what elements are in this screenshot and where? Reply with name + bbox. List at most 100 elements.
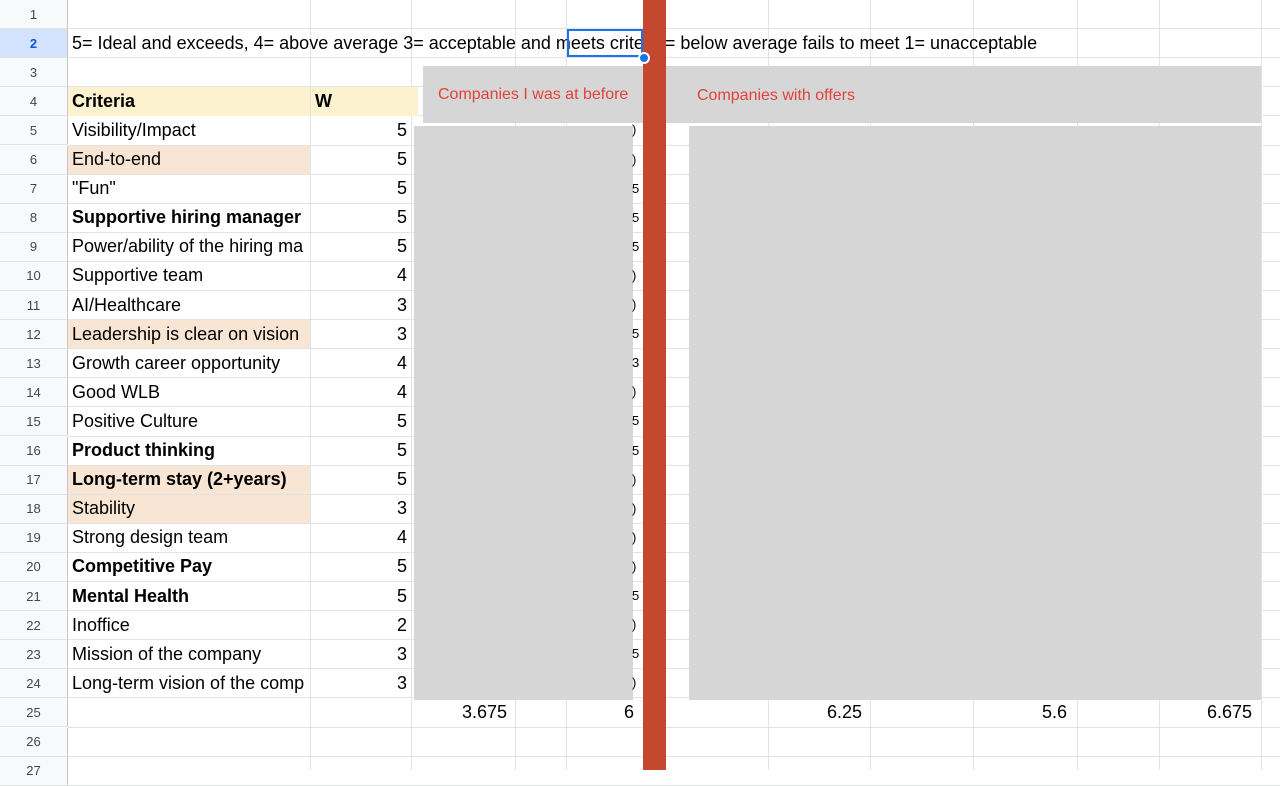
clipped-score-cell: 5 xyxy=(632,180,640,196)
row-header[interactable]: 5 xyxy=(0,116,68,146)
criteria-cell[interactable]: Long-term stay (2+years) xyxy=(68,465,310,494)
criteria-cell[interactable]: Inoffice xyxy=(68,611,310,639)
row-header[interactable]: 3 xyxy=(0,58,68,88)
weight-cell[interactable]: 3 xyxy=(311,669,411,697)
clipped-score-cell: 5 xyxy=(632,588,640,603)
weight-cell[interactable]: 4 xyxy=(311,262,411,290)
row-header[interactable]: 15 xyxy=(0,407,68,437)
weight-cell[interactable]: 5 xyxy=(311,553,411,581)
criteria-cell[interactable]: Growth career opportunity xyxy=(68,349,310,377)
row-header[interactable]: 12 xyxy=(0,320,68,350)
row-header[interactable]: 26 xyxy=(0,727,68,757)
weight-cell[interactable]: 5 xyxy=(311,116,411,144)
row-gridline xyxy=(68,726,1280,728)
criteria-cell[interactable]: Positive Culture xyxy=(68,407,310,435)
criteria-cell[interactable]: "Fun" xyxy=(68,175,310,203)
weight-cell[interactable]: 5 xyxy=(311,233,411,261)
clipped-score-cell: ) xyxy=(632,384,637,400)
row-gridline xyxy=(68,755,1280,757)
weight-cell[interactable]: 5 xyxy=(311,407,411,435)
weight-cell[interactable]: 5 xyxy=(311,437,411,465)
weight-cell[interactable]: 2 xyxy=(311,611,411,639)
companies-offers-redaction xyxy=(689,126,1261,700)
row-header[interactable]: 2 xyxy=(0,29,68,59)
criteria-cell[interactable]: Supportive team xyxy=(68,262,310,290)
criteria-cell[interactable]: Stability xyxy=(68,494,310,523)
weight-cell[interactable]: 5 xyxy=(311,204,411,232)
clipped-score-cell: ) xyxy=(632,558,637,574)
row-header[interactable]: 14 xyxy=(0,378,68,408)
fill-handle[interactable] xyxy=(638,52,650,64)
clipped-score-cell: 5 xyxy=(632,326,640,342)
weight-header[interactable]: W xyxy=(311,87,418,116)
total-score-cell[interactable]: 3.675 xyxy=(411,698,511,726)
clipped-score-cell: ) xyxy=(632,151,637,167)
criteria-header[interactable]: Criteria xyxy=(68,87,310,116)
clipped-score-cell: ) xyxy=(632,617,637,633)
weight-cell[interactable]: 5 xyxy=(311,175,411,203)
row-header[interactable]: 24 xyxy=(0,669,68,699)
clipped-score-cell: ) xyxy=(632,500,637,516)
row-header[interactable]: 27 xyxy=(0,756,68,786)
clipped-score-cell: 5 xyxy=(632,413,640,429)
row-header[interactable]: 18 xyxy=(0,494,68,524)
row-header[interactable]: 1 xyxy=(0,0,68,30)
criteria-cell[interactable]: Power/ability of the hiring ma xyxy=(68,233,310,261)
row-header[interactable]: 23 xyxy=(0,640,68,670)
companies-header-overlay: Companies I was at before Companies with… xyxy=(423,66,1261,123)
row-header[interactable]: 4 xyxy=(0,87,68,117)
weight-cell[interactable]: 3 xyxy=(311,320,411,348)
criteria-cell[interactable]: Mental Health xyxy=(68,582,310,610)
total-score-cell[interactable]: 5.6 xyxy=(971,698,1071,726)
row-header[interactable]: 20 xyxy=(0,552,68,582)
weight-cell[interactable]: 4 xyxy=(311,524,411,552)
weight-cell[interactable]: 5 xyxy=(311,582,411,610)
weight-cell[interactable]: 3 xyxy=(311,291,411,319)
row-header[interactable]: 22 xyxy=(0,611,68,641)
weight-cell[interactable]: 3 xyxy=(311,495,411,523)
criteria-cell[interactable]: Mission of the company xyxy=(68,640,310,668)
clipped-score-cell: ) xyxy=(632,529,637,545)
criteria-cell[interactable]: End-to-end xyxy=(68,145,310,174)
row-header[interactable]: 10 xyxy=(0,261,68,291)
column-resize-bar[interactable] xyxy=(643,0,666,770)
row-header[interactable]: 7 xyxy=(0,174,68,204)
total-score-cell[interactable]: 6.25 xyxy=(766,698,866,726)
companies-before-redaction xyxy=(414,126,633,700)
weight-cell[interactable]: 5 xyxy=(311,146,411,174)
criteria-cell[interactable]: Strong design team xyxy=(68,524,310,552)
criteria-cell[interactable]: Good WLB xyxy=(68,378,310,406)
row-header[interactable]: 13 xyxy=(0,349,68,379)
row-header[interactable]: 6 xyxy=(0,145,68,175)
criteria-cell[interactable]: Competitive Pay xyxy=(68,553,310,581)
criteria-cell[interactable]: Visibility/Impact xyxy=(68,116,310,144)
weight-cell[interactable]: 3 xyxy=(311,640,411,668)
companies-before-label: Companies I was at before xyxy=(438,86,629,103)
weight-cell[interactable]: 5 xyxy=(311,466,411,494)
total-score-cell[interactable]: 6 xyxy=(538,698,638,726)
criteria-cell[interactable]: Leadership is clear on vision xyxy=(68,320,310,349)
weight-cell[interactable]: 4 xyxy=(311,378,411,406)
criteria-cell[interactable]: AI/Healthcare xyxy=(68,291,310,319)
weight-cell[interactable]: 4 xyxy=(311,349,411,377)
row-header[interactable]: 9 xyxy=(0,232,68,262)
row-header[interactable]: 11 xyxy=(0,291,68,321)
criteria-cell[interactable]: Long-term vision of the comp xyxy=(68,669,310,697)
row-header[interactable]: 25 xyxy=(0,698,68,728)
row-header[interactable]: 21 xyxy=(0,582,68,612)
row-header[interactable]: 8 xyxy=(0,203,68,233)
criteria-cell[interactable]: Supportive hiring manager xyxy=(68,204,310,232)
clipped-score-cell: 5 xyxy=(632,442,640,458)
clipped-score-cell: ) xyxy=(632,267,637,283)
clipped-score-cell: ) xyxy=(632,471,637,487)
legend-text[interactable]: 5= Ideal and exceeds, 4= above average 3… xyxy=(68,29,1268,58)
row-header[interactable]: 16 xyxy=(0,436,68,466)
clipped-score-cell: 5 xyxy=(632,238,640,254)
row-header[interactable]: 17 xyxy=(0,465,68,495)
clipped-score-cell: 5 xyxy=(632,646,640,662)
clipped-score-cell: ) xyxy=(632,675,637,691)
total-score-cell[interactable]: 6.675 xyxy=(1156,698,1256,726)
clipped-score-cell: 5 xyxy=(632,209,640,225)
row-header[interactable]: 19 xyxy=(0,523,68,553)
criteria-cell[interactable]: Product thinking xyxy=(68,437,310,465)
